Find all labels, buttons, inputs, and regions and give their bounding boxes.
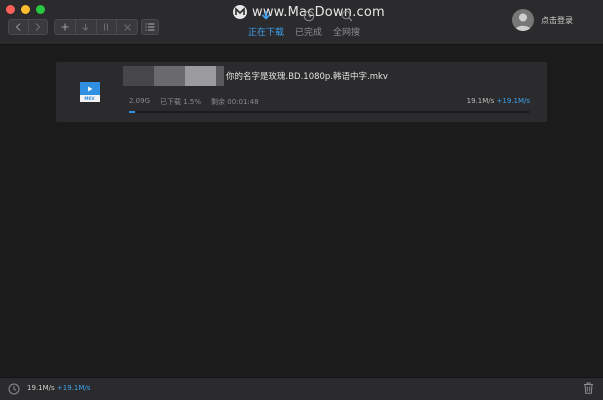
- close-icon: [123, 23, 131, 31]
- arrow-down-icon: [82, 23, 89, 31]
- toolbar: www.MacDown.com 正在下载 已完成 全网搜 点击登录: [0, 0, 603, 45]
- add-task-button[interactable]: [55, 20, 76, 34]
- app-window: www.MacDown.com 正在下载 已完成 全网搜 点击登录 MKV 你的…: [0, 0, 603, 400]
- speed-up: +19.1M/s: [496, 97, 531, 105]
- status-bar: 19.1M/s +19.1M/s: [0, 377, 603, 400]
- task-actions: [54, 19, 138, 35]
- download-icon: [261, 11, 271, 20]
- total-speed-down: 19.1M/s: [27, 384, 55, 392]
- forward-button[interactable]: [29, 20, 48, 34]
- speed-limit-icon[interactable]: [8, 383, 20, 395]
- search-icon: [341, 10, 352, 22]
- delete-button[interactable]: [117, 20, 137, 34]
- redacted-block: [185, 66, 216, 86]
- plus-icon: [61, 23, 69, 31]
- user-login[interactable]: 点击登录: [512, 9, 573, 31]
- window-controls: [6, 5, 45, 14]
- tab-downloading-label: 正在下载: [248, 28, 285, 38]
- zoom-window-button[interactable]: [36, 5, 45, 14]
- total-speed: 19.1M/s +19.1M/s: [27, 384, 90, 392]
- video-file-icon: MKV: [79, 82, 100, 102]
- tab-completed[interactable]: 已完成: [295, 10, 323, 38]
- user-icon: [515, 13, 531, 31]
- file-name-row: 你的名字是玫瑰.BD.1080p.韩语中字.mkv: [123, 66, 543, 86]
- minimize-window-button[interactable]: [21, 5, 30, 14]
- time-remaining: 剩余 00:01:48: [211, 98, 259, 106]
- redacted-block: [123, 66, 154, 86]
- progress-bar: [129, 111, 530, 113]
- chevron-right-icon: [35, 23, 41, 31]
- avatar[interactable]: [512, 9, 534, 31]
- tab-search[interactable]: 全网搜: [333, 10, 361, 38]
- progress-fill: [129, 111, 135, 113]
- download-item[interactable]: MKV 你的名字是玫瑰.BD.1080p.韩语中字.mkv 2.09G 已下载 …: [56, 62, 547, 122]
- downloaded-percent: 已下载 1.5%: [160, 98, 202, 106]
- total-speed-up: +19.1M/s: [56, 384, 91, 392]
- tab-downloading[interactable]: 正在下载: [248, 11, 285, 38]
- close-window-button[interactable]: [6, 5, 15, 14]
- back-button[interactable]: [9, 20, 29, 34]
- start-button[interactable]: [76, 20, 97, 34]
- file-size: 2.09G: [129, 97, 151, 105]
- clock-icon: [303, 10, 314, 22]
- list-icon: [145, 23, 155, 31]
- chevron-left-icon: [15, 23, 21, 31]
- download-speed: 19.1M/s +19.1M/s: [467, 97, 530, 105]
- file-type-icon: MKV: [56, 62, 123, 122]
- file-name: 你的名字是玫瑰.BD.1080p.韩语中字.mkv: [226, 72, 388, 82]
- speed-down: 19.1M/s: [466, 97, 495, 105]
- tab-completed-label: 已完成: [295, 28, 323, 38]
- tab-search-label: 全网搜: [333, 28, 361, 38]
- tab-bar: 正在下载 已完成 全网搜: [248, 10, 361, 38]
- macdown-logo-icon: [233, 5, 247, 19]
- trash-icon[interactable]: [583, 382, 594, 394]
- file-type-label: MKV: [79, 95, 100, 102]
- pause-icon: [104, 23, 109, 31]
- redacted-block: [154, 66, 185, 86]
- download-meta: 2.09G 已下载 1.5% 剩余 00:01:48: [129, 97, 259, 107]
- login-link[interactable]: 点击登录: [541, 15, 573, 26]
- play-icon: [87, 86, 92, 91]
- navigation-buttons: [8, 19, 48, 35]
- list-view-button[interactable]: [141, 19, 159, 35]
- redacted-block: [216, 66, 224, 86]
- pause-button[interactable]: [97, 20, 118, 34]
